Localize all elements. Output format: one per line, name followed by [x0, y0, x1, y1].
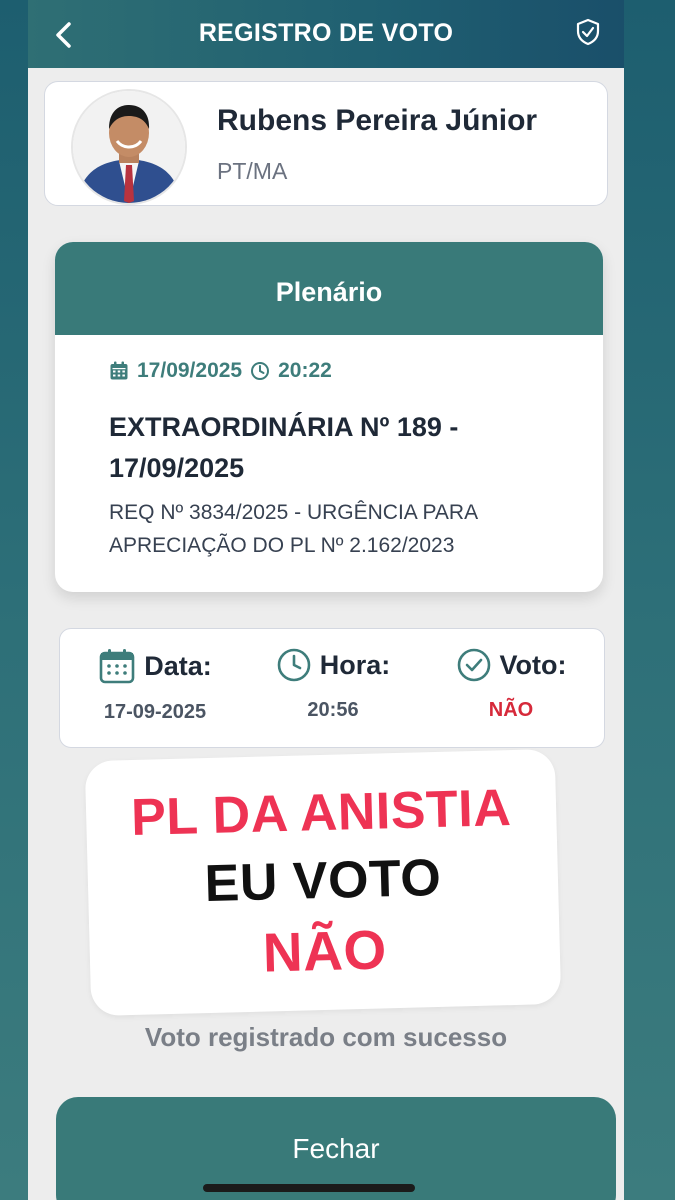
session-card: Plenário 17/09/2025 20:22 EXTRAORDINÁRIA… [55, 242, 603, 592]
shield-check-icon [576, 18, 600, 46]
vote-choice-label: Voto: [499, 649, 567, 680]
vote-time-value: 20:56 [307, 699, 359, 721]
vote-date-column: Data: 17-09-2025 [64, 647, 246, 724]
home-indicator[interactable] [203, 1184, 415, 1192]
clock-icon [277, 648, 311, 682]
calendar-icon [99, 649, 135, 684]
session-datetime: 17/09/2025 20:22 [109, 359, 332, 383]
sticker-line-3: NÃO [262, 918, 388, 984]
deputy-name: Rubens Pereira Júnior [217, 104, 538, 137]
clock-icon [251, 362, 270, 380]
sticker-line-2: EU VOTO [203, 848, 442, 914]
page-title: REGISTRO DE VOTO [198, 19, 454, 47]
success-message: Voto registrado com sucesso [144, 1022, 508, 1052]
calendar-icon [110, 361, 128, 380]
top-bar: REGISTRO DE VOTO [28, 0, 624, 68]
deputy-profile-card: Rubens Pereira Júnior PT/MA [44, 81, 608, 206]
vote-choice-column: Voto: NÃO [420, 647, 602, 722]
vote-choice-value: NÃO [488, 699, 534, 721]
session-time: 20:22 [278, 359, 332, 382]
sticker-line-1: PL DA ANISTIA [130, 779, 512, 847]
session-header: Plenário [55, 242, 603, 335]
avatar [71, 89, 187, 205]
session-title: EXTRAORDINÁRIA Nº 189 - 17/09/2025 [109, 412, 459, 483]
text-sticker: PL DA ANISTIA EU VOTO NÃO [84, 748, 562, 1017]
vote-time-label: Hora: [319, 649, 391, 680]
vote-date-label: Data: [144, 650, 212, 681]
deputy-party: PT/MA [217, 158, 288, 184]
check-circle-icon [457, 648, 490, 682]
vote-summary-card: Data: 17-09-2025 Hora: 20:56 Voto: NÃO [59, 628, 605, 748]
security-button[interactable] [574, 18, 602, 46]
vote-date-value: 17-09-2025 [103, 701, 207, 723]
session-date: 17/09/2025 [137, 359, 243, 382]
session-description: REQ Nº 3834/2025 - URGÊNCIA PARA APRECIA… [109, 501, 477, 557]
phone-screen: REGISTRO DE VOTO Rubens Pereira Júnior P… [28, 0, 624, 1200]
vote-time-column: Hora: 20:56 [242, 647, 424, 722]
